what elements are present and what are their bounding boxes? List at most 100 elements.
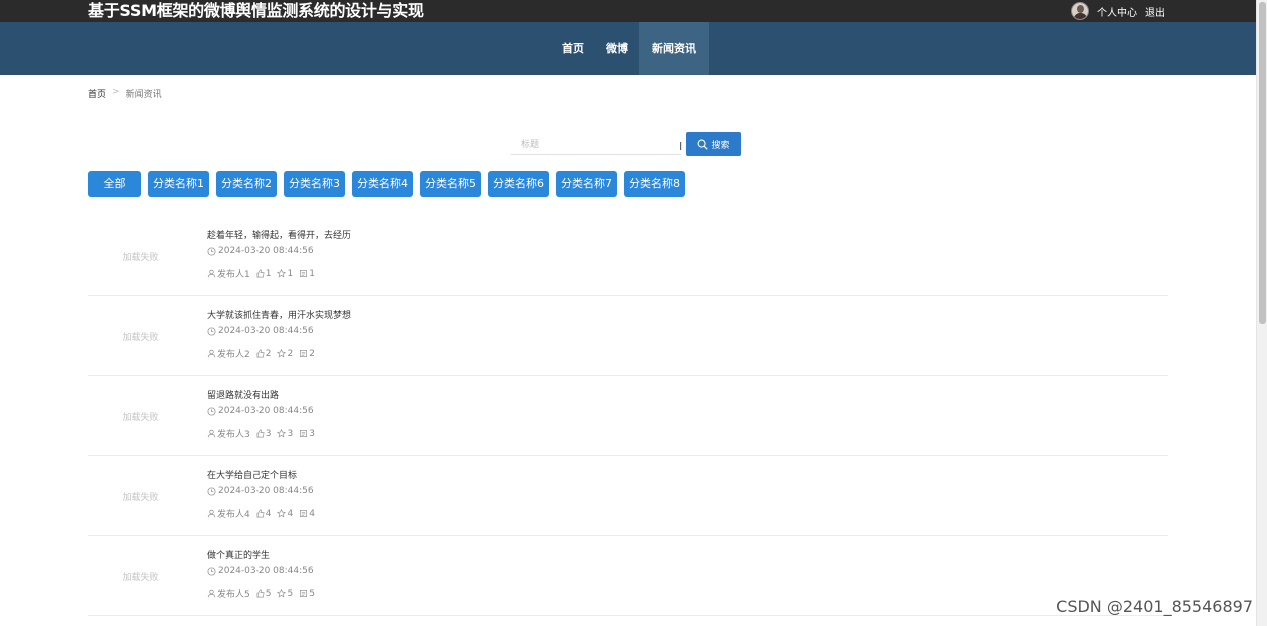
news-thumbnail[interactable]: 加载失败 <box>88 216 193 296</box>
news-thumbnail[interactable]: 加载失败 <box>88 376 193 456</box>
news-title[interactable]: 趁着年轻，输得起，看得开，去经历 <box>207 228 351 241</box>
comments-count: 2 <box>309 348 315 359</box>
clock-icon <box>207 406 216 416</box>
news-time-text: 2024-03-20 08:44:56 <box>218 406 314 416</box>
likes-count: 1 <box>265 268 272 279</box>
comment-list-icon <box>300 349 308 358</box>
news-meta: 发布人4 4 4 4 <box>207 507 321 520</box>
news-title[interactable]: 留退路就没有出路 <box>207 388 279 401</box>
category-button[interactable]: 分类名称1 <box>148 171 209 197</box>
nav-items: 首页 微博 新闻资讯 <box>551 22 709 75</box>
likes[interactable]: 4 <box>256 508 272 519</box>
category-button[interactable]: 分类名称3 <box>284 171 345 197</box>
category-button[interactable]: 分类名称2 <box>216 171 277 197</box>
category-filter: 全部 分类名称1 分类名称2 分类名称3 分类名称4 分类名称5 分类名称6 分… <box>88 171 685 197</box>
thumbs-up-icon <box>256 509 265 518</box>
news-list-item[interactable]: 加载失败 在大学给自己定个目标 2024-03-20 08:44:56 发布人4… <box>88 456 1168 536</box>
author: 发布人5 <box>207 587 250 600</box>
nav-item-weibo[interactable]: 微博 <box>595 22 639 75</box>
comments[interactable]: 5 <box>299 589 315 599</box>
likes-count: 5 <box>265 588 272 599</box>
news-list-item[interactable]: 加载失败 趁着年轻，输得起，看得开，去经历 2024-03-20 08:44:5… <box>88 216 1168 296</box>
news-time-text: 2024-03-20 08:44:56 <box>218 486 314 496</box>
author: 发布人2 <box>207 347 250 360</box>
news-meta: 发布人1 1 1 1 <box>207 267 321 280</box>
category-button[interactable]: 分类名称5 <box>420 171 481 197</box>
comments-count: 5 <box>309 588 315 599</box>
comments[interactable]: 1 <box>299 269 315 279</box>
news-list-item[interactable]: 加载失败 做个真正的学生 2024-03-20 08:44:56 发布人5 5 … <box>88 536 1168 616</box>
author-name: 发布人1 <box>217 270 250 280</box>
category-button[interactable]: 分类名称7 <box>556 171 617 197</box>
user-icon <box>207 509 216 518</box>
likes[interactable]: 5 <box>256 588 272 599</box>
star-icon <box>277 429 287 438</box>
author-name: 发布人5 <box>217 590 250 600</box>
avatar[interactable] <box>1071 2 1089 20</box>
comments[interactable]: 4 <box>299 509 315 519</box>
news-list-item[interactable]: 加载失败 留退路就没有出路 2024-03-20 08:44:56 发布人3 3… <box>88 376 1168 456</box>
logout-link[interactable]: 退出 <box>1145 4 1165 19</box>
breadcrumb-current: 新闻资讯 <box>125 90 162 100</box>
news-thumbnail[interactable]: 加载失败 <box>88 536 193 616</box>
favorites[interactable]: 3 <box>277 429 293 439</box>
clock-icon <box>207 566 216 576</box>
news-thumbnail[interactable]: 加载失败 <box>88 296 193 376</box>
main-nav: 首页 微博 新闻资讯 <box>0 22 1256 75</box>
user-icon <box>207 589 216 598</box>
news-thumbnail[interactable]: 加载失败 <box>88 456 193 536</box>
page-scrollbar[interactable] <box>1256 0 1267 626</box>
search-button[interactable]: 搜索 <box>686 132 741 156</box>
nav-item-home[interactable]: 首页 <box>551 22 595 75</box>
breadcrumb: 首页 > 新闻资讯 <box>88 87 162 100</box>
breadcrumb-home[interactable]: 首页 <box>88 87 106 100</box>
news-title[interactable]: 大学就该抓住青春，用汗水实现梦想 <box>207 308 351 321</box>
news-time: 2024-03-20 08:44:56 <box>207 566 314 576</box>
star-icon <box>277 349 287 358</box>
comments-count: 3 <box>309 428 315 439</box>
clock-icon <box>207 326 216 336</box>
breadcrumb-separator: > <box>112 87 120 97</box>
news-time-text: 2024-03-20 08:44:56 <box>218 246 314 256</box>
news-time: 2024-03-20 08:44:56 <box>207 406 314 416</box>
user-icon <box>207 349 216 358</box>
comments[interactable]: 2 <box>299 349 315 359</box>
thumbs-up-icon <box>256 349 265 358</box>
category-button[interactable]: 分类名称6 <box>488 171 549 197</box>
news-title[interactable]: 做个真正的学生 <box>207 548 270 561</box>
author: 发布人3 <box>207 427 250 440</box>
news-time-text: 2024-03-20 08:44:56 <box>218 566 314 576</box>
author: 发布人4 <box>207 507 250 520</box>
top-bar: 基于SSM框架的微博舆情监测系统的设计与实现 个人中心 退出 <box>0 0 1256 22</box>
thumbs-up-icon <box>256 429 265 438</box>
favorites[interactable]: 5 <box>277 589 293 599</box>
likes[interactable]: 3 <box>256 428 272 439</box>
user-center-link[interactable]: 个人中心 <box>1097 4 1137 19</box>
likes-count: 3 <box>265 428 272 439</box>
comment-list-icon <box>300 589 308 598</box>
news-title[interactable]: 在大学给自己定个目标 <box>207 468 297 481</box>
star-icon <box>277 509 287 518</box>
likes[interactable]: 2 <box>256 348 272 359</box>
search-input[interactable] <box>511 133 681 155</box>
nav-item-news[interactable]: 新闻资讯 <box>639 22 709 75</box>
favorites[interactable]: 4 <box>277 509 293 519</box>
category-button[interactable]: 分类名称4 <box>352 171 413 197</box>
comment-list-icon <box>300 269 308 278</box>
likes-count: 2 <box>265 348 272 359</box>
comments[interactable]: 3 <box>299 429 315 439</box>
favorites[interactable]: 2 <box>277 349 293 359</box>
news-list-item[interactable]: 加载失败 大学就该抓住青春，用汗水实现梦想 2024-03-20 08:44:5… <box>88 296 1168 376</box>
clock-icon <box>207 246 216 256</box>
favorites-count: 3 <box>287 428 294 439</box>
category-all-button[interactable]: 全部 <box>88 171 141 197</box>
category-button[interactable]: 分类名称8 <box>624 171 685 197</box>
favorites[interactable]: 1 <box>277 269 293 279</box>
likes-count: 4 <box>265 508 272 519</box>
likes[interactable]: 1 <box>256 268 272 279</box>
news-time: 2024-03-20 08:44:56 <box>207 326 314 336</box>
favorites-count: 2 <box>287 348 294 359</box>
scrollbar-thumb[interactable] <box>1259 2 1266 324</box>
news-meta: 发布人5 5 5 5 <box>207 587 321 600</box>
thumbs-up-icon <box>256 589 265 598</box>
